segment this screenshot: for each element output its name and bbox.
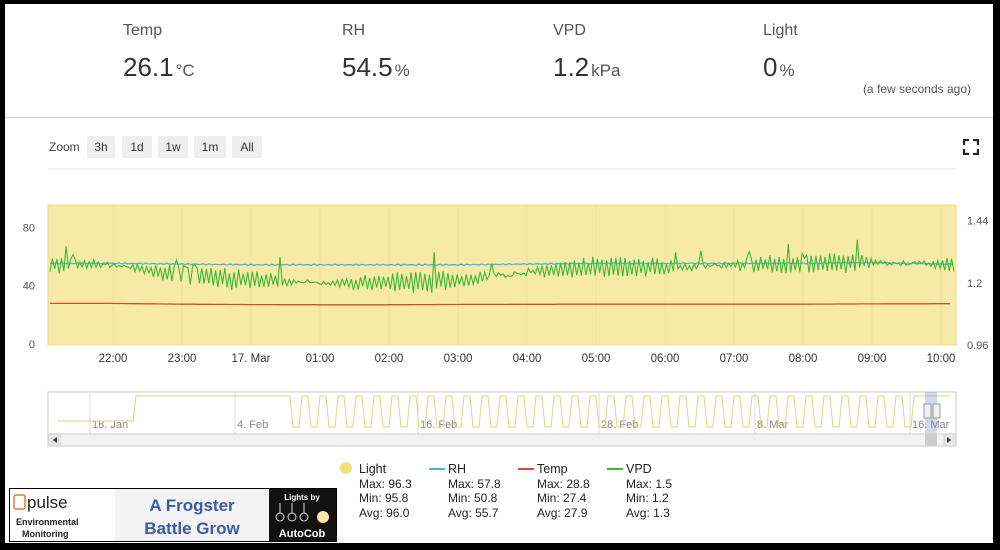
navigator: 18. Jan 4. Feb 16. Feb 28. Feb 8. Mar 16. Mar — [47, 391, 957, 447]
legend-max: Max: 96.3 — [359, 476, 412, 491]
y-left-tick-label: 80 — [23, 222, 35, 234]
lights-by-text: Lights by — [284, 493, 320, 502]
navigator-label: 28. Feb — [601, 419, 638, 431]
x-tick-label: 04:00 — [513, 353, 542, 365]
x-tick-label: 01:00 — [306, 353, 335, 365]
chart-area: 80 40 0 1.44 1.2 0.96 22:00 23:00 17. Mar 01:00 02… — [23, 168, 988, 447]
navigator-label: 4. Feb — [237, 419, 268, 431]
x-tick-label: 23:00 — [168, 353, 197, 365]
legend-avg: Avg: 55.7 — [448, 505, 499, 520]
legend-label: Temp — [537, 462, 568, 476]
x-tick-label: 08:00 — [789, 353, 818, 365]
pulse-brand: pulse — [27, 493, 68, 512]
navigator-label: 8. Mar — [757, 419, 789, 431]
legend-symbol-rh — [429, 468, 445, 470]
pulse-subtitle-1: Environmental — [16, 517, 79, 527]
x-tick-label: 03:00 — [444, 353, 473, 365]
legend-min: Min: 95.8 — [359, 491, 409, 505]
y-left-tick-label: 0 — [29, 339, 35, 351]
legend-item-rh[interactable]: RH Max: 57.8 Min: 50.8 Avg: 55.7 — [429, 462, 519, 520]
legend-label: VPD — [626, 462, 652, 476]
navigator-handle-right — [932, 403, 941, 419]
x-tick-label: 09:00 — [858, 353, 887, 365]
legend-max: Max: 57.8 — [448, 476, 501, 491]
sponsor-logo-banner: pulse Environmental Monitoring A Frogste… — [9, 488, 337, 542]
x-tick-label: 02:00 — [375, 353, 404, 365]
legend-label: Light — [359, 462, 387, 476]
x-tick-label: 06:00 — [651, 353, 680, 365]
legend-symbol-vpd — [607, 468, 623, 470]
pulse-subtitle-2: Monitoring — [22, 529, 69, 539]
x-tick-label: 05:00 — [582, 353, 611, 365]
y-right-tick-label: 0.96 — [967, 340, 988, 352]
legend-max: Max: 28.8 — [537, 476, 590, 491]
legend-min: Min: 27.4 — [537, 491, 587, 505]
y-left-tick-label: 40 — [23, 281, 35, 293]
legend-avg: Avg: 1.3 — [626, 505, 670, 520]
autocob-brand: AutoCob — [279, 528, 326, 540]
glow-icon — [317, 511, 329, 523]
x-tick-label: 10:00 — [927, 353, 956, 365]
x-tick-label: 07:00 — [720, 353, 749, 365]
scrollbar-thumb — [925, 434, 937, 446]
banner-title-2: Battle Grow — [144, 519, 240, 538]
legend-min: Min: 1.2 — [626, 491, 669, 505]
legend-symbol-temp — [518, 468, 534, 470]
legend-avg: Avg: 27.9 — [537, 505, 588, 520]
x-tick-label: 17. Mar — [232, 353, 271, 365]
navigator-frame — [47, 391, 957, 435]
legend-item-vpd[interactable]: VPD Max: 1.5 Min: 1.2 Avg: 1.3 — [607, 462, 697, 520]
navigator-handle-left — [923, 403, 932, 419]
dashboard-frame: Temp 26.1 °C RH 54.5% VPD 1.2 kPa Light 0%… — [5, 4, 993, 543]
legend-item-temp[interactable]: Temp Max: 28.8 Min: 27.4 Avg: 27.9 — [518, 462, 608, 520]
legend-max: Max: 1.5 — [626, 476, 673, 491]
scrollbar-track — [47, 433, 957, 447]
y-right-tick-label: 1.44 — [967, 216, 988, 228]
legend-item-light[interactable]: Light Max: 96.3 Min: 95.8 Avg: 96.0 — [340, 462, 430, 520]
legend-label: RH — [448, 462, 467, 476]
y-right-tick-label: 1.2 — [967, 278, 982, 290]
banner-title-1: A Frogster — [149, 496, 235, 515]
legend-min: Min: 50.8 — [448, 491, 498, 505]
legend-avg: Avg: 96.0 — [359, 505, 410, 520]
x-tick-label: 22:00 — [99, 353, 128, 365]
legend-symbol-light — [340, 462, 352, 474]
